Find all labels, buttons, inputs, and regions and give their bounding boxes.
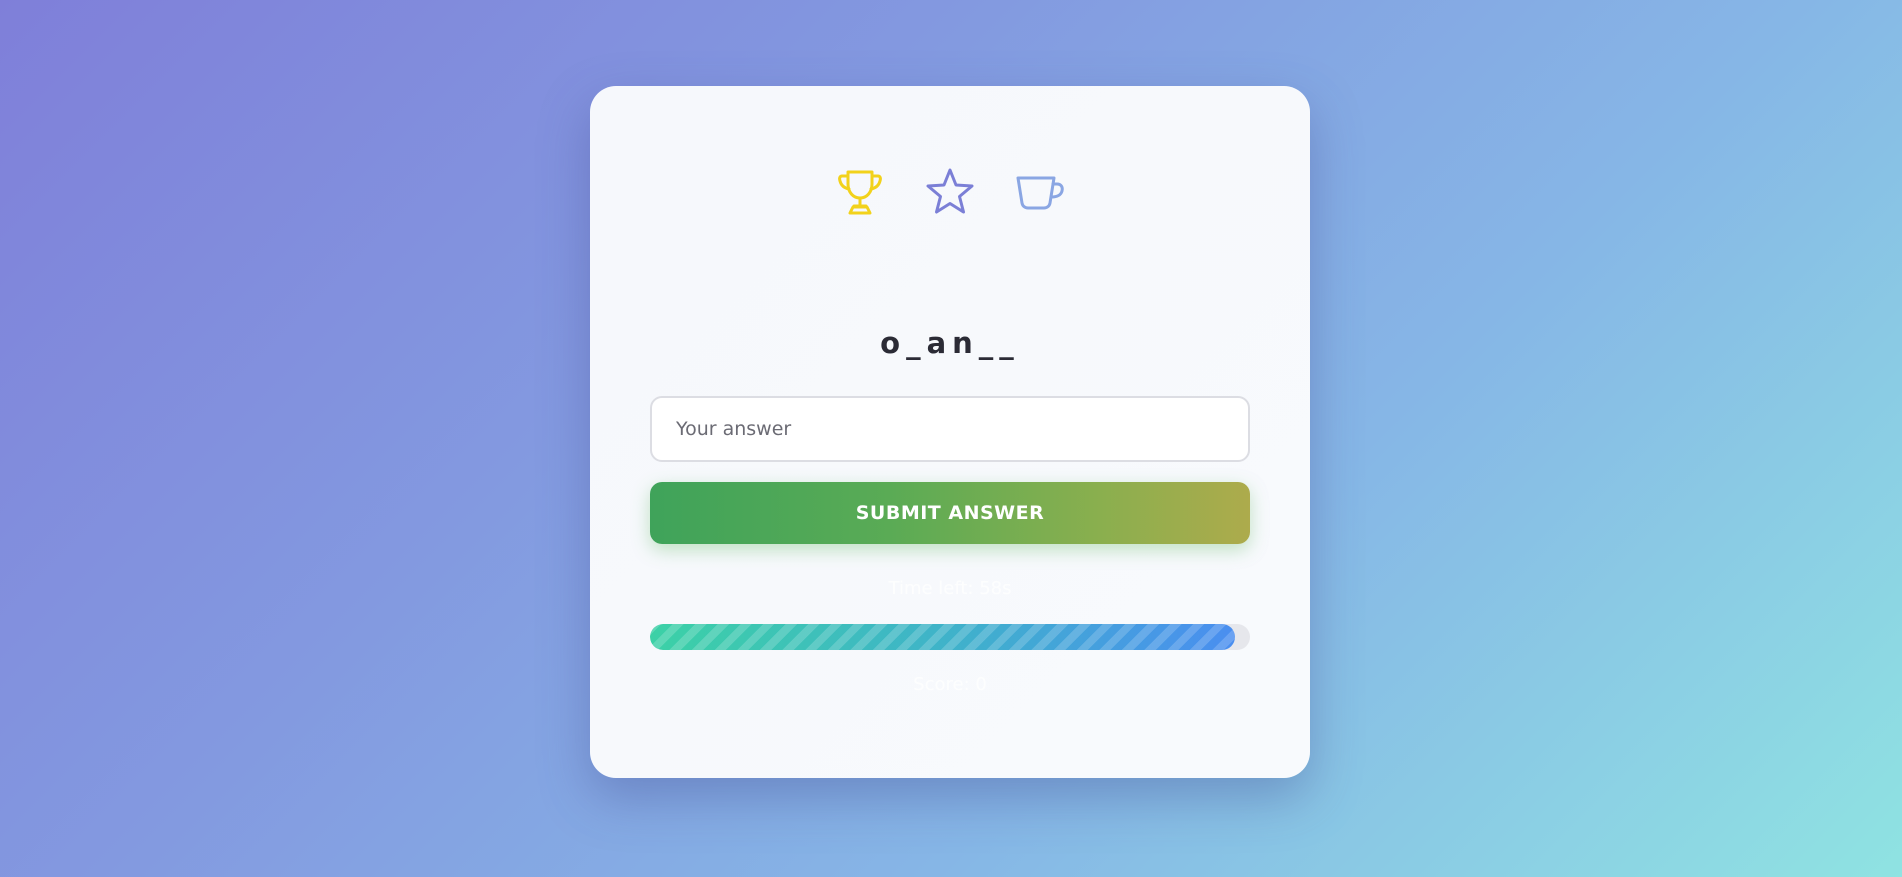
- time-progress-fill: [650, 624, 1235, 650]
- score-text: Score: 0: [913, 674, 987, 695]
- puzzle-word: o_an__: [880, 326, 1020, 360]
- game-card: o_an__ SUBMIT ANSWER Time left: 58s Scor…: [590, 86, 1310, 778]
- cup-icon: [1014, 166, 1066, 218]
- trophy-icon: [834, 166, 886, 218]
- timer-text: Time left: 58s: [888, 578, 1012, 599]
- icon-row: [590, 166, 1310, 218]
- answer-input[interactable]: [650, 396, 1250, 462]
- star-icon: [924, 166, 976, 218]
- time-progress-bar: [650, 624, 1250, 650]
- submit-answer-button[interactable]: SUBMIT ANSWER: [650, 482, 1250, 544]
